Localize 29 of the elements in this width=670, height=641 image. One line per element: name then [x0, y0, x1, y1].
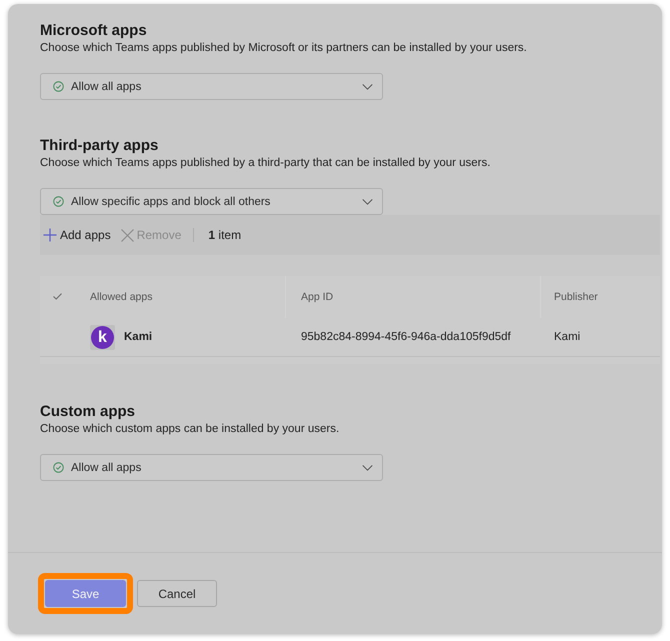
cancel-button[interactable]: Cancel: [137, 580, 217, 607]
policy-dropdown[interactable]: Allow all apps: [40, 454, 383, 481]
section-title: Custom apps: [40, 403, 136, 421]
column-header[interactable]: App ID: [301, 291, 334, 303]
check-circle-icon: [53, 81, 64, 92]
section-title: Third-party apps: [40, 137, 160, 155]
app-name: Kami: [124, 331, 152, 343]
chevron-down-icon: [362, 464, 373, 470]
check-circle-icon: [53, 196, 64, 207]
app-logo-icon: k: [90, 324, 115, 350]
table-cell: 95b82c84-8994-45f6-946a-dda105f9d5df: [301, 331, 511, 343]
chevron-down-icon: [362, 198, 373, 204]
check-circle-icon: [53, 462, 64, 473]
section-description: Choose which Teams apps published by Microsoft or its partners can be installed by your users.: [40, 41, 528, 56]
policy-dropdown[interactable]: Allow specific apps and block all others: [40, 188, 383, 215]
policy-dropdown[interactable]: Allow all apps: [40, 73, 383, 100]
close-icon: [120, 228, 134, 242]
chevron-down-icon: [362, 84, 373, 90]
section-description: Choose which custom apps can be installed by your users.: [40, 422, 340, 437]
section-title: Microsoft apps: [40, 22, 148, 40]
table-row[interactable]: k Kami 95b82c84-8994-45f6-946a-dda105f9d5df Kami: [40, 318, 660, 357]
section-description: Choose which Teams apps published by a third-party that can be installed by your users.: [40, 156, 492, 171]
column-header[interactable]: Allowed apps: [90, 291, 152, 303]
checkmark-icon[interactable]: [53, 293, 62, 300]
column-header[interactable]: Publisher: [554, 291, 598, 303]
item-count: 1 item: [208, 228, 242, 242]
add-apps-button[interactable]: Add apps: [43, 228, 111, 242]
plus-icon: [43, 228, 57, 242]
table-cell: Kami: [554, 331, 580, 343]
